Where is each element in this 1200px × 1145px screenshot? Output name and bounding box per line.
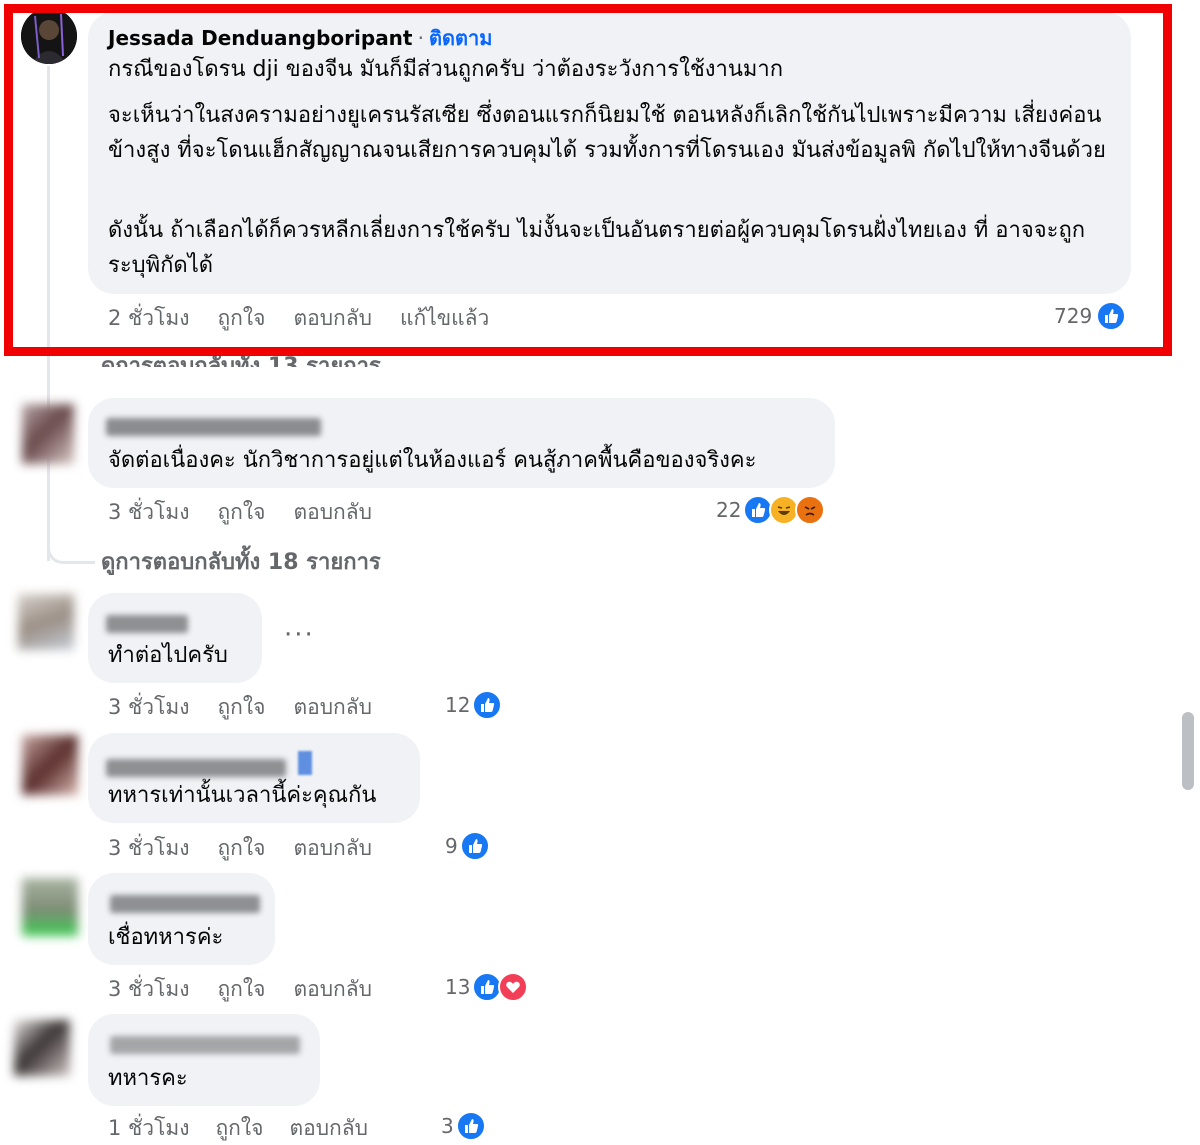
reply-actions: 3 ชั่วโมง ถูกใจ ตอบกลับ: [108, 496, 372, 529]
comment-1-like-action[interactable]: ถูกใจ: [217, 691, 265, 724]
comment-2-author-blurred: [106, 759, 286, 777]
comment-2-reaction-count: 9: [445, 834, 458, 858]
comment-4-bubble: ทหารคะ: [88, 1014, 320, 1106]
comment-4-author-blurred: [110, 1036, 300, 1054]
reply-time[interactable]: 3 ชั่วโมง: [108, 496, 189, 529]
reply-reaction-count: 22: [716, 498, 742, 522]
reply-text: จัดต่อเนื่องคะ นักวิชาการอยู่แต่ในห้องแอ…: [108, 448, 757, 473]
comment-4-time[interactable]: 1 ชั่วโมง: [108, 1112, 189, 1145]
scrollbar-thumb[interactable]: [1182, 712, 1194, 790]
comment-1-reaction-count: 12: [445, 693, 471, 717]
comment-2-reaction-summary[interactable]: 9: [445, 831, 490, 861]
reply-avatar[interactable]: [22, 404, 74, 464]
like-icon: [459, 831, 490, 861]
comment-3-avatar[interactable]: [22, 878, 78, 936]
love-icon: [498, 972, 529, 1002]
reply-reaction-summary[interactable]: 22: [716, 495, 826, 525]
angry-icon: [795, 495, 826, 525]
comment-4-like-action[interactable]: ถูกใจ: [215, 1112, 263, 1145]
comment-4-avatar[interactable]: [14, 1020, 70, 1076]
comment-1-reaction-summary[interactable]: 12: [445, 690, 503, 720]
comment-3-time[interactable]: 3 ชั่วโมง: [108, 973, 189, 1006]
comment-2-reply-action[interactable]: ตอบกลับ: [293, 832, 372, 865]
comment-2-time[interactable]: 3 ชั่วโมง: [108, 832, 189, 865]
comment-1-bubble: ทำต่อไปครับ: [88, 593, 262, 683]
comment-1-text: ทำต่อไปครับ: [108, 643, 228, 668]
comment-2-text: ทหารเท่านั้นเวลานี้ค่ะคุณกัน: [108, 783, 377, 808]
like-icon: [455, 1111, 486, 1141]
like-icon: [472, 690, 503, 720]
view-all-replies-link[interactable]: ดูการตอบกลับทั้ง 18 รายการ: [101, 544, 381, 579]
comment-3-like-action[interactable]: ถูกใจ: [217, 973, 265, 1006]
comment-2-avatar[interactable]: [22, 735, 78, 795]
comment-3-reply-action[interactable]: ตอบกลับ: [293, 973, 372, 1006]
comment-2-badge-blurred: [298, 751, 312, 775]
comment-1-author-blurred: [106, 615, 188, 633]
comment-3-text: เชื่อทหารค่ะ: [108, 925, 224, 950]
comment-4-reaction-count: 3: [441, 1114, 454, 1138]
comment-3-reaction-count: 13: [445, 975, 471, 999]
comment-4-actions: 1 ชั่วโมง ถูกใจ ตอบกลับ: [108, 1112, 368, 1145]
comment-1-reply-action[interactable]: ตอบกลับ: [293, 691, 372, 724]
reply-reply-action[interactable]: ตอบกลับ: [293, 496, 372, 529]
comment-4-text: ทหารคะ: [108, 1066, 188, 1091]
reply-like-action[interactable]: ถูกใจ: [217, 496, 265, 529]
comment-2-like-action[interactable]: ถูกใจ: [217, 832, 265, 865]
comment-3-bubble: เชื่อทหารค่ะ: [88, 873, 275, 965]
comment-3-author-blurred: [110, 895, 260, 913]
comment-3-reaction-summary[interactable]: 13: [445, 972, 529, 1002]
comment-1-actions: 3 ชั่วโมง ถูกใจ ตอบกลับ: [108, 691, 372, 724]
comment-2-bubble: ทหารเท่านั้นเวลานี้ค่ะคุณกัน: [88, 733, 420, 823]
comment-4-reply-action[interactable]: ตอบกลับ: [289, 1112, 368, 1145]
comment-2-actions: 3 ชั่วโมง ถูกใจ ตอบกลับ: [108, 832, 372, 865]
comment-4-reaction-summary[interactable]: 3: [441, 1111, 486, 1141]
comment-1-avatar[interactable]: [18, 594, 74, 650]
reply-author-name-blurred: [106, 418, 321, 436]
thread-curve: [47, 536, 95, 564]
more-dots-icon[interactable]: ···: [284, 620, 315, 650]
comment-1-time[interactable]: 3 ชั่วโมง: [108, 691, 189, 724]
comment-3-actions: 3 ชั่วโมง ถูกใจ ตอบกลับ: [108, 973, 372, 1006]
highlight-box: [4, 4, 1172, 356]
reply-bubble: จัดต่อเนื่องคะ นักวิชาการอยู่แต่ในห้องแอ…: [88, 398, 835, 488]
